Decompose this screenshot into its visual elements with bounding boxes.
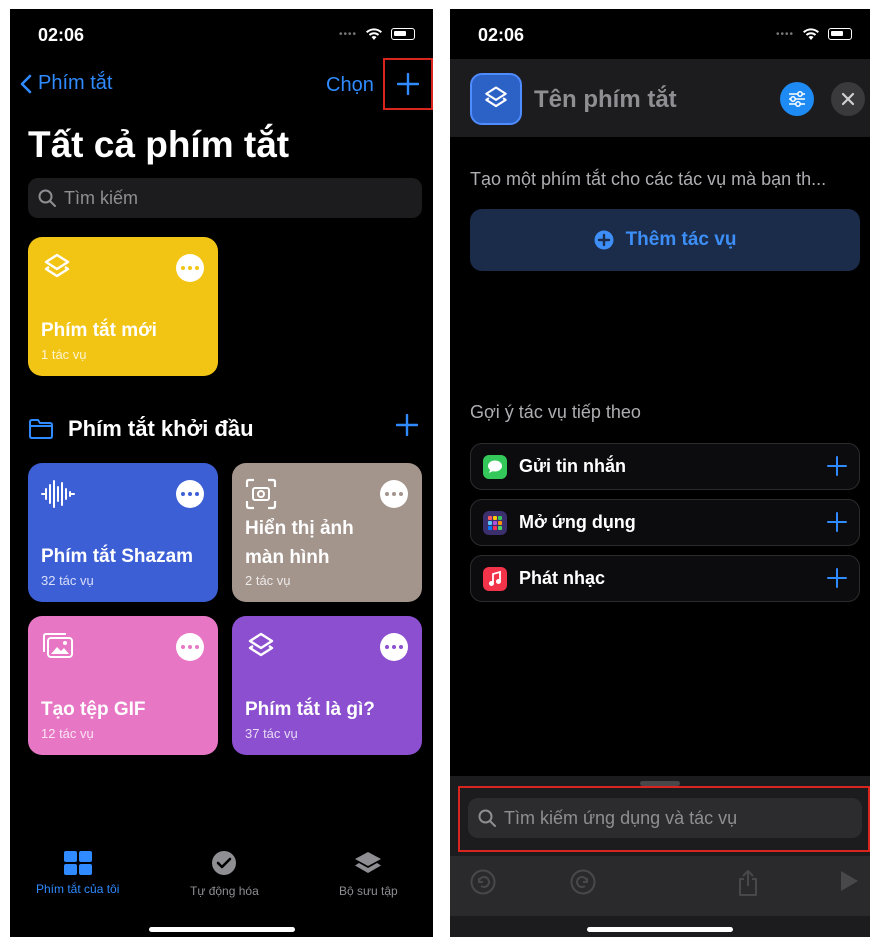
add-action-button[interactable]: Thêm tác vụ [470, 209, 860, 271]
search-input[interactable]: Tìm kiếm [28, 178, 422, 218]
chevron-left-icon [20, 74, 32, 93]
card-title: Tạo tệp GIF [41, 699, 146, 720]
tab-label: Phím tắt của tôi [36, 882, 120, 896]
signal-icon: •••• [338, 28, 357, 40]
search-icon [38, 189, 56, 207]
suggestion-label: Gửi tin nhắn [519, 456, 627, 476]
signal-icon: •••• [775, 28, 794, 40]
plus-icon [395, 413, 419, 437]
more-button[interactable] [380, 633, 408, 661]
folder-icon [29, 419, 53, 439]
screenshot-icon [245, 478, 277, 510]
shortcut-icon-button[interactable] [470, 73, 522, 125]
search-placeholder: Tìm kiếm ứng dụng và tác vụ [504, 807, 738, 828]
shortcut-name-field[interactable]: Tên phím tắt [534, 86, 677, 114]
photos-icon [43, 633, 73, 658]
home-indicator [148, 927, 295, 932]
tab-bar: Phím tắt của tôi Tự động hóa Bộ sưu tập [10, 837, 433, 937]
waveform-icon [41, 480, 75, 508]
search-icon [478, 809, 496, 827]
plus-icon [397, 73, 419, 95]
close-button[interactable] [831, 82, 865, 116]
shortcut-card-new[interactable]: Phím tắt mới 1 tác vụ [28, 237, 218, 376]
back-button[interactable]: Phím tắt [20, 72, 112, 95]
battery-icon [828, 28, 852, 40]
shortcuts-list-screen: 02:06 •••• Phím tắt Chọn Tất cả phím tắt… [10, 9, 433, 937]
share-icon[interactable] [736, 869, 760, 897]
add-shortcut-button[interactable] [383, 58, 433, 110]
more-button[interactable] [176, 633, 204, 661]
suggestion-label: Phát nhạc [519, 568, 606, 588]
shortcut-card-what-is[interactable]: Phím tắt là gì? 37 tác vụ [232, 616, 422, 755]
card-title: Phím tắt mới [41, 320, 157, 341]
more-button[interactable] [176, 480, 204, 508]
card-title-line2: màn hình [245, 547, 330, 568]
add-action-label: Thêm tác vụ [625, 229, 737, 250]
layers-icon [485, 86, 507, 108]
page-title: Tất cả phím tắt [28, 124, 290, 165]
app-grid-icon [483, 510, 507, 535]
card-title-line1: Hiển thị ảnh [245, 518, 354, 539]
plus-circle-icon [594, 230, 614, 250]
wifi-icon [803, 28, 819, 40]
suggestion-open-app[interactable]: Mở ứng dụng [470, 499, 860, 546]
plus-icon[interactable] [827, 512, 847, 532]
section-title: Phím tắt khởi đầu [68, 416, 254, 441]
status-time: 02:06 [38, 25, 85, 45]
add-starter-button[interactable] [395, 413, 419, 441]
tab-my-shortcuts[interactable]: Phím tắt của tôi [36, 850, 119, 896]
suggestion-send-message[interactable]: Gửi tin nhắn [470, 443, 860, 490]
sliders-icon [789, 91, 805, 107]
suggestion-play-music[interactable]: Phát nhạc [470, 555, 860, 602]
action-search-input[interactable]: Tìm kiếm ứng dụng và tác vụ [468, 798, 862, 838]
redo-icon[interactable] [570, 869, 596, 895]
editor-toolbar [450, 856, 870, 916]
shortcut-editor-screen: 02:06 •••• Tên phím tắt Tạo một phím tắt… [450, 9, 870, 937]
card-title: Phím tắt là gì? [245, 699, 375, 720]
card-count: 12 tác vụ [41, 726, 94, 741]
shortcut-card-screenshot[interactable]: Hiển thị ảnh màn hình 2 tác vụ [232, 463, 422, 602]
search-placeholder: Tìm kiếm [64, 187, 138, 208]
undo-icon[interactable] [470, 869, 496, 895]
plus-icon[interactable] [827, 456, 847, 476]
card-count: 2 tác vụ [245, 573, 291, 588]
suggestion-label: Mở ứng dụng [519, 512, 636, 532]
status-bar: 02:06 •••• [450, 9, 870, 59]
status-bar: 02:06 •••• [10, 9, 433, 59]
messages-icon [483, 454, 507, 479]
tab-automation[interactable]: Tự động hóa [190, 850, 259, 898]
select-button[interactable]: Chọn [326, 74, 374, 97]
card-count: 32 tác vụ [41, 573, 94, 588]
card-title: Phím tắt Shazam [41, 546, 194, 567]
editor-description: Tạo một phím tắt cho các tác vụ mà bạn t… [470, 169, 827, 189]
battery-icon [391, 28, 415, 40]
tab-label: Bộ sưu tập [339, 884, 398, 898]
tab-label: Tự động hóa [190, 884, 259, 898]
shortcut-card-shazam[interactable]: Phím tắt Shazam 32 tác vụ [28, 463, 218, 602]
play-icon[interactable] [838, 869, 860, 893]
status-time: 02:06 [478, 25, 525, 45]
card-count: 37 tác vụ [245, 726, 298, 741]
shortcut-card-gif[interactable]: Tạo tệp GIF 12 tác vụ [28, 616, 218, 755]
action-search-sheet: Tìm kiếm ứng dụng và tác vụ [450, 776, 870, 937]
close-icon [841, 92, 855, 106]
wifi-icon [366, 28, 382, 40]
layers-icon [355, 852, 382, 873]
clock-check-icon [212, 851, 237, 875]
plus-icon[interactable] [827, 568, 847, 588]
editor-header: Tên phím tắt [450, 59, 870, 137]
starter-section-header: Phím tắt khởi đầu [28, 416, 254, 442]
layers-icon [44, 253, 70, 278]
suggestions-title: Gợi ý tác vụ tiếp theo [470, 402, 641, 422]
tab-gallery[interactable]: Bộ sưu tập [339, 850, 398, 898]
grid-icon [63, 851, 92, 875]
home-indicator [587, 927, 733, 932]
music-icon [483, 566, 507, 591]
more-button[interactable] [176, 254, 204, 282]
back-label: Phím tắt [38, 72, 113, 94]
more-button[interactable] [380, 480, 408, 508]
card-count: 1 tác vụ [41, 347, 87, 362]
layers-icon [248, 632, 274, 657]
settings-button[interactable] [780, 82, 814, 116]
